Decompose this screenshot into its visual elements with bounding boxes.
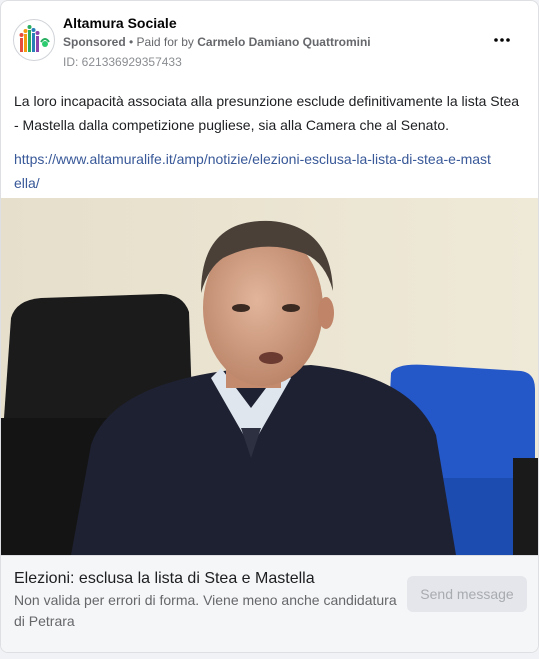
post-body-text: La loro incapacità associata alla presun…: [14, 93, 520, 133]
speaker-photo: [1, 198, 538, 555]
more-horizontal-icon: [494, 38, 510, 42]
post-link[interactable]: https://www.altamuralife.it/amp/notizie/…: [14, 147, 494, 195]
page-avatar[interactable]: [13, 19, 55, 61]
ad-id: ID: 621336929357433: [63, 55, 182, 69]
link-title[interactable]: Elezioni: esclusa la lista di Stea e Mas…: [14, 570, 315, 588]
payer-name: Carmelo Damiano Quattromini: [197, 35, 371, 49]
page-logo-icon: [19, 25, 50, 52]
post-image[interactable]: [1, 198, 538, 555]
separator: •: [125, 35, 137, 49]
page-name[interactable]: Altamura Sociale: [63, 15, 177, 31]
paid-for-label: Paid for by: [136, 35, 198, 49]
link-preview[interactable]: Elezioni: esclusa la lista di Stea e Mas…: [1, 555, 538, 652]
send-message-button[interactable]: Send message: [407, 576, 527, 612]
ad-card: Altamura Sociale Sponsored • Paid for by…: [0, 0, 539, 653]
link-description: Non valida per errori di forma. Viene me…: [14, 592, 397, 629]
sponsored-label: Sponsored: [63, 35, 126, 49]
more-options-button[interactable]: [488, 31, 516, 49]
sponsored-line: Sponsored • Paid for by Carmelo Damiano …: [63, 35, 371, 49]
post-header: Altamura Sociale Sponsored • Paid for by…: [13, 13, 526, 69]
